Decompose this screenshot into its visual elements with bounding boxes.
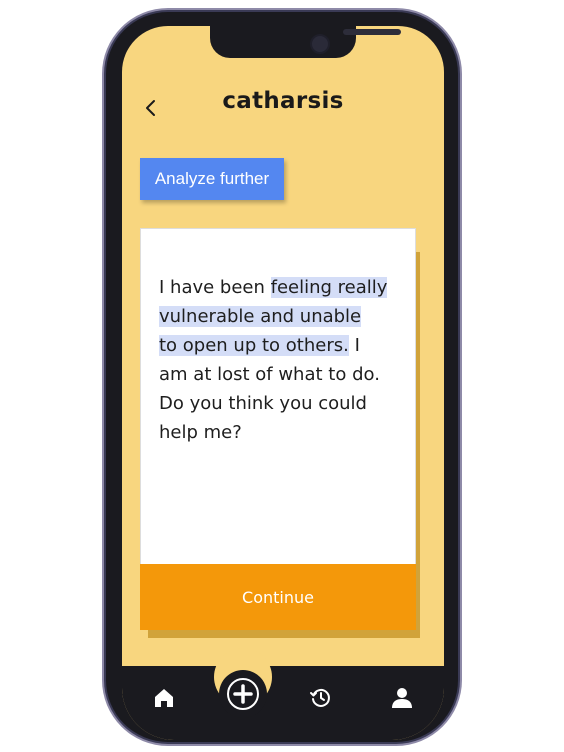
nav-add-button[interactable] xyxy=(219,670,267,718)
text-segment: I xyxy=(348,335,360,356)
continue-button[interactable]: Continue xyxy=(140,564,416,630)
history-icon xyxy=(310,688,330,707)
text-line: Do you think you could xyxy=(159,393,367,414)
speaker-grille xyxy=(343,29,401,35)
highlighted-text[interactable]: vulnerable and unable xyxy=(159,306,362,327)
text-line: am at lost of what to do. xyxy=(159,364,380,385)
profile-icon xyxy=(392,688,412,708)
plus-icon xyxy=(227,678,259,710)
text-line: help me? xyxy=(159,422,242,443)
nav-profile[interactable] xyxy=(388,684,416,712)
notch xyxy=(210,26,401,58)
nav-history[interactable] xyxy=(307,684,335,712)
message-text[interactable]: I have been feeling really vulnerable an… xyxy=(159,273,407,447)
highlighted-text[interactable]: feeling really xyxy=(270,277,388,298)
power-button xyxy=(458,230,462,310)
message-card: I have been feeling really vulnerable an… xyxy=(140,228,416,566)
nav-home[interactable] xyxy=(150,684,178,712)
app-screen: catharsis Analyze further I have been fe… xyxy=(122,26,444,740)
home-icon xyxy=(155,689,173,707)
analyze-further-button[interactable]: Analyze further xyxy=(140,158,284,200)
highlighted-text[interactable]: to open up to others. xyxy=(159,335,349,356)
page-title: catharsis xyxy=(222,88,344,114)
front-camera xyxy=(310,34,330,54)
text-segment: I have been xyxy=(159,277,271,298)
